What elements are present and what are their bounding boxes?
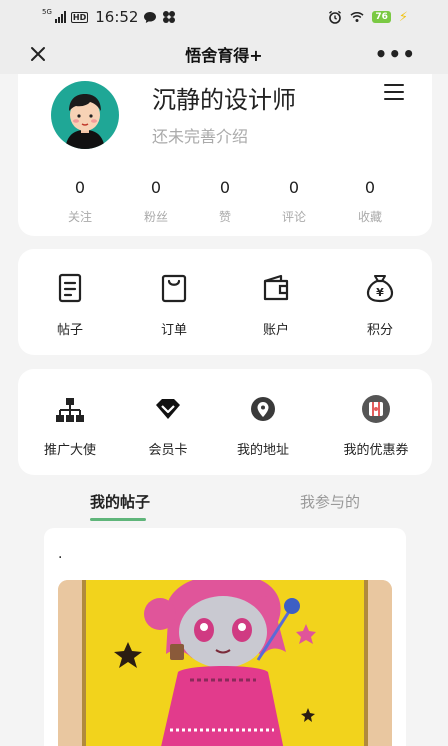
post-card[interactable]: .	[44, 528, 406, 746]
stat-label: 评论	[281, 210, 306, 224]
wifi-icon	[350, 11, 364, 22]
service-membership-card[interactable]: 会员卡	[128, 393, 208, 458]
avatar[interactable]	[51, 81, 119, 149]
stat-label: 收藏	[357, 210, 382, 224]
stat-value: 0	[150, 178, 162, 197]
quick-action-account[interactable]: 账户	[236, 271, 316, 338]
location-icon	[251, 397, 275, 421]
service-promoter[interactable]: 推广大使	[30, 393, 110, 458]
quick-action-label: 帖子	[56, 323, 83, 338]
avatar-illustration	[65, 94, 105, 149]
signal-icon	[54, 11, 66, 23]
wallet-icon	[263, 274, 289, 301]
charging-icon: ⚡	[398, 9, 408, 25]
profile-bio[interactable]: 还未完善介绍	[152, 123, 248, 147]
svg-text:¥: ¥	[376, 286, 384, 299]
stat-value: 0	[219, 178, 231, 197]
quick-actions-card: 帖子 订单 账户 ¥ 积分	[18, 249, 432, 355]
money-bag-icon: ¥	[366, 275, 394, 303]
post-illustration	[58, 580, 392, 746]
page-title: 悟舍育得+	[185, 46, 263, 65]
post-image[interactable]	[58, 580, 392, 746]
tab-my-posts[interactable]: 我的帖子	[90, 491, 150, 512]
quick-action-label: 订单	[160, 323, 187, 338]
coupon-icon	[362, 395, 390, 423]
username: 沉静的设计师	[152, 86, 296, 114]
stat-value: 0	[74, 178, 86, 197]
status-time: 16:52	[95, 8, 139, 26]
stat-value: 0	[288, 178, 300, 197]
profile-card: 沉静的设计师 还未完善介绍 0 关注 0 粉丝 0 赞 0 评论 0 收藏	[18, 74, 432, 236]
stat-label: 关注	[67, 210, 92, 224]
stat-following[interactable]: 0 关注	[50, 178, 110, 225]
service-label: 会员卡	[148, 443, 188, 458]
stat-label: 赞	[218, 210, 231, 224]
stat-followers[interactable]: 0 粉丝	[126, 178, 186, 225]
post-icon	[58, 273, 82, 303]
battery-level: 76	[372, 11, 391, 23]
service-address[interactable]: 我的地址	[223, 393, 303, 458]
service-coupons[interactable]: 我的优惠券	[328, 393, 424, 458]
status-bar: 5G HD 16:52 76 ⚡	[0, 0, 448, 34]
diamond-icon	[156, 399, 180, 419]
hd-badge: HD	[70, 11, 89, 23]
stat-label: 粉丝	[143, 210, 168, 224]
post-text: .	[58, 546, 63, 562]
service-label: 推广大使	[43, 443, 96, 458]
services-card: 推广大使 会员卡 我的地址 我的优惠券	[18, 369, 432, 475]
stat-likes[interactable]: 0 赞	[195, 178, 255, 225]
stat-favorites[interactable]: 0 收藏	[340, 178, 400, 225]
service-label: 我的地址	[236, 443, 289, 458]
quick-action-orders[interactable]: 订单	[134, 271, 214, 338]
quick-action-label: 积分	[366, 323, 393, 338]
network-icon	[56, 398, 84, 422]
hamburger-menu-icon[interactable]	[384, 84, 404, 102]
tab-participated[interactable]: 我参与的	[300, 491, 360, 512]
message-bubble-icon	[144, 11, 157, 23]
stat-comments[interactable]: 0 评论	[264, 178, 324, 225]
stat-value: 0	[364, 178, 376, 197]
shopping-bag-icon	[161, 274, 187, 303]
service-label: 我的优惠券	[343, 443, 409, 458]
quick-action-posts[interactable]: 帖子	[30, 271, 110, 338]
more-options-icon[interactable]: •••	[375, 44, 416, 64]
tab-indicator	[90, 518, 146, 521]
network-type: 5G	[42, 8, 52, 16]
alarm-icon	[329, 10, 342, 24]
app-notification-icon	[163, 11, 176, 23]
app-header: 悟舍育得+ •••	[0, 34, 448, 74]
quick-action-label: 账户	[262, 323, 289, 338]
quick-action-points[interactable]: ¥ 积分	[340, 271, 420, 338]
close-icon[interactable]	[26, 42, 50, 66]
